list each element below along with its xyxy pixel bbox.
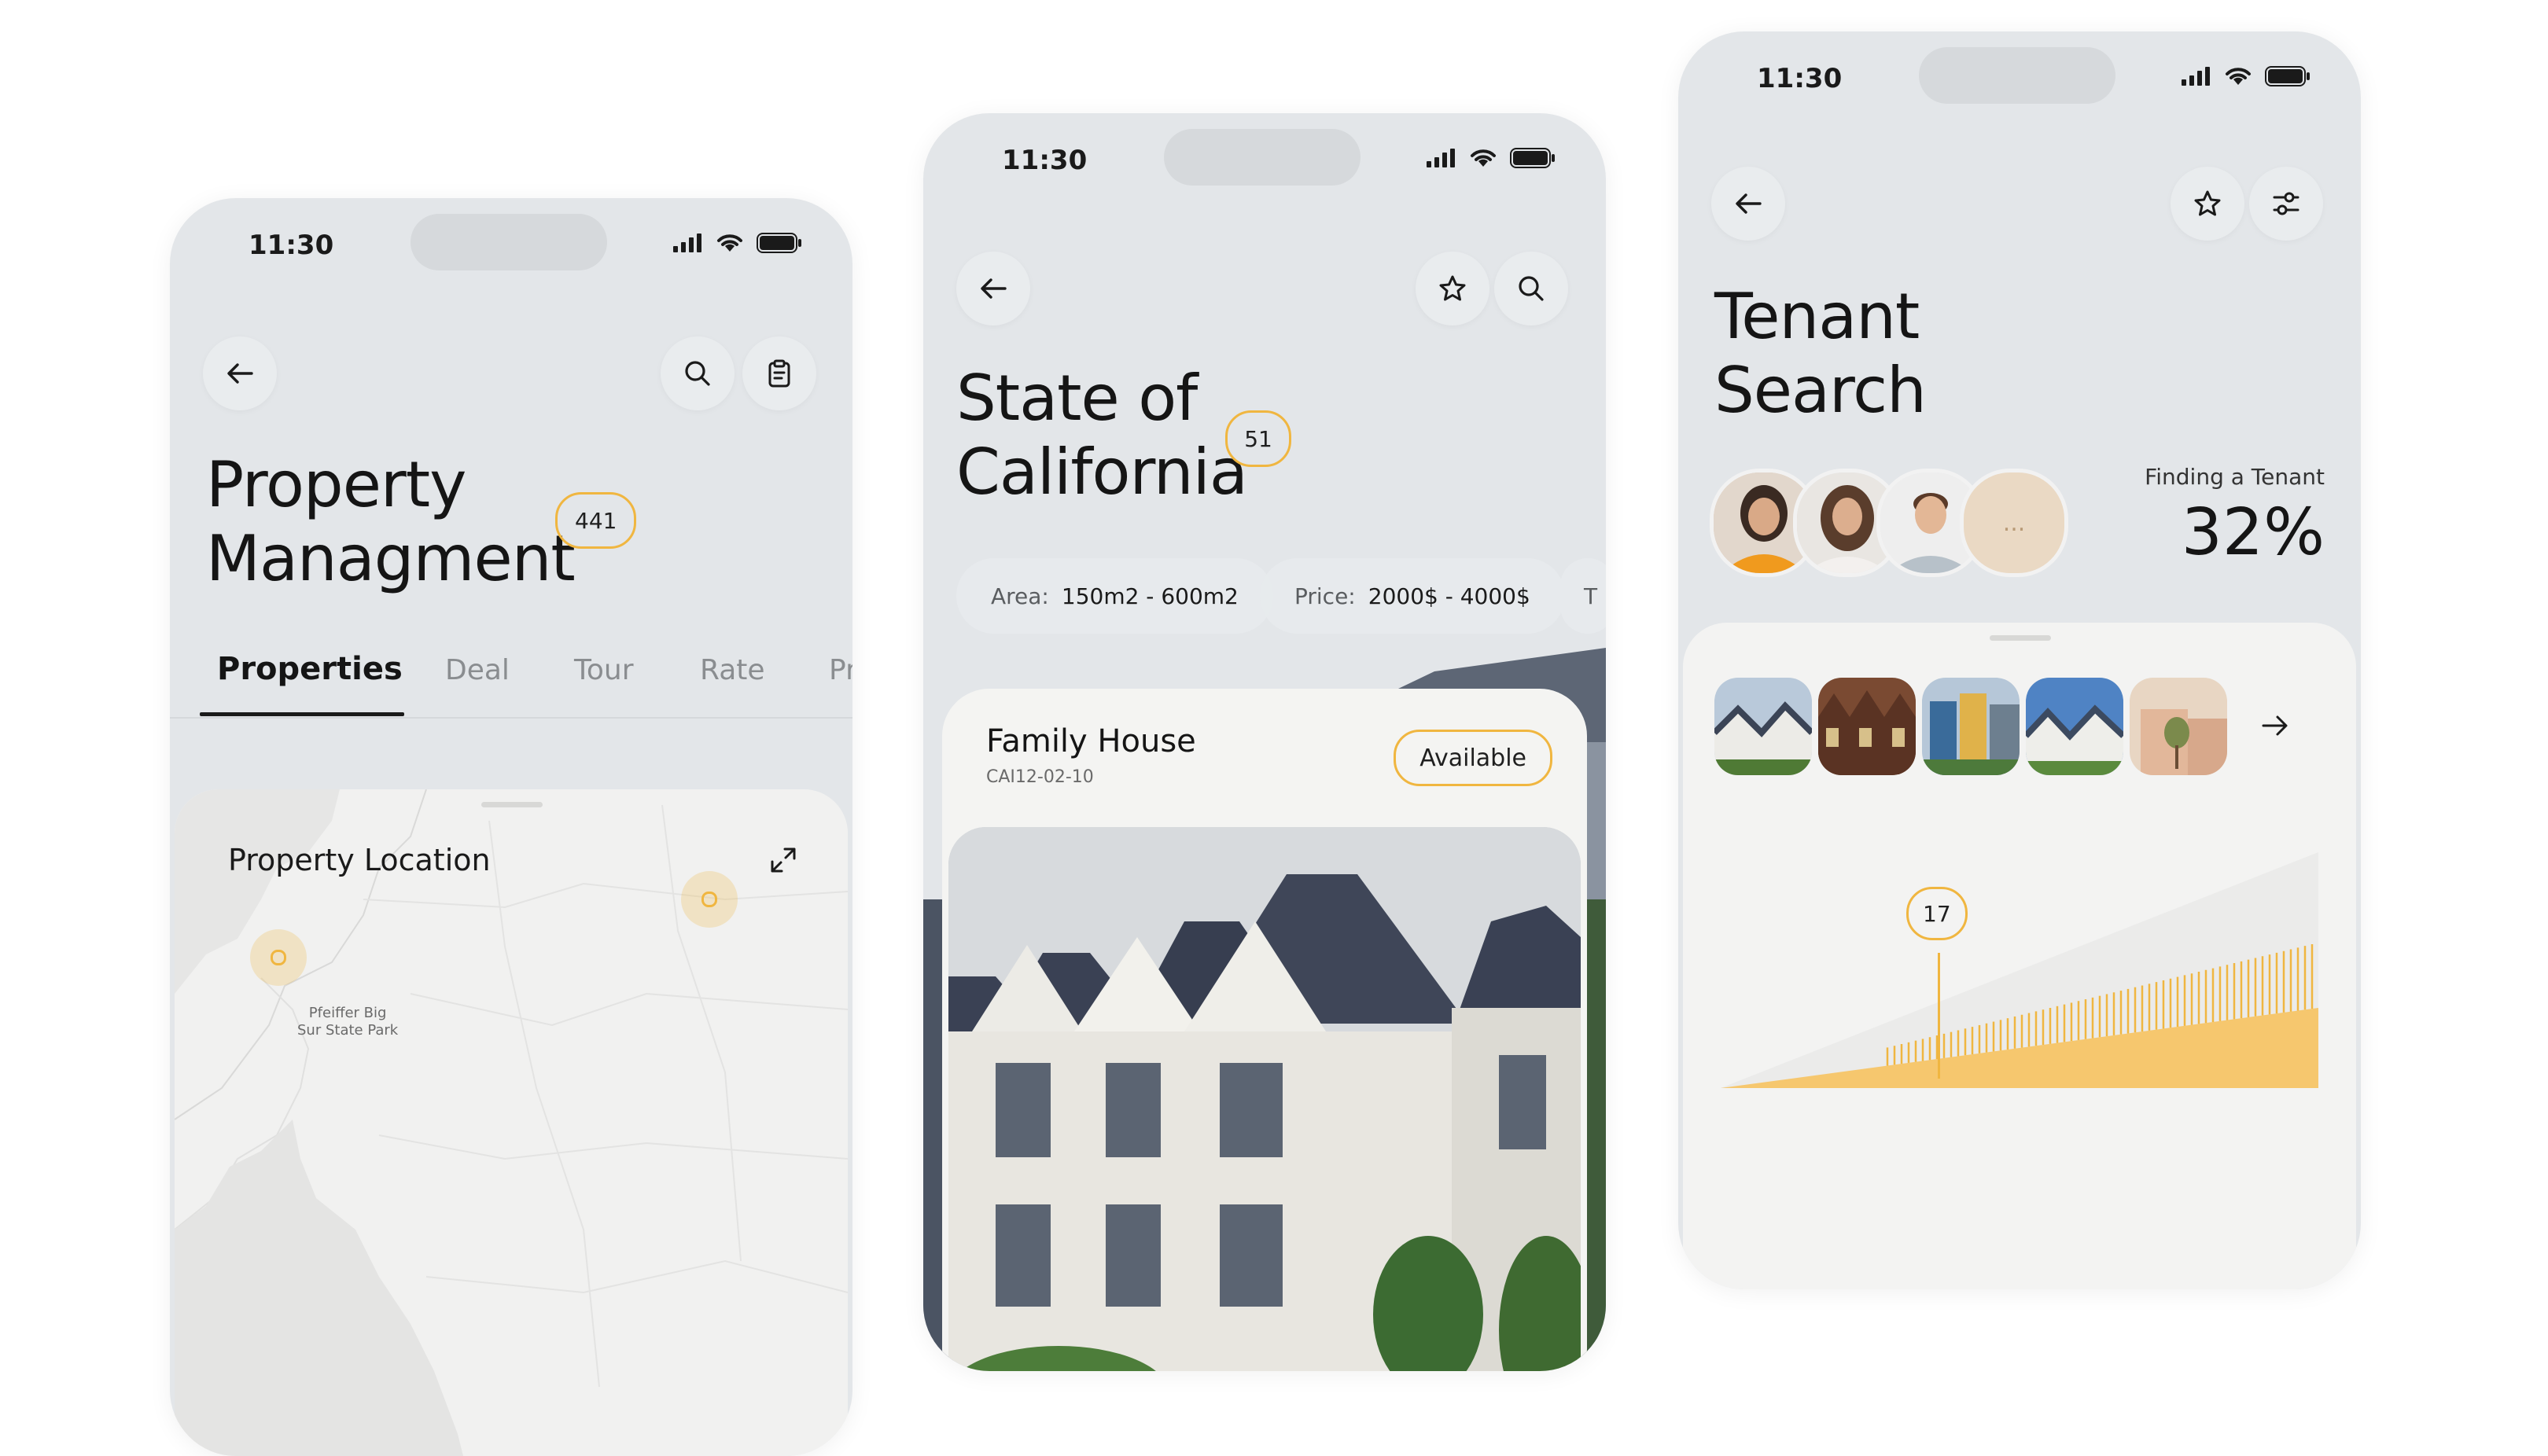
wifi-icon (717, 234, 742, 252)
phone-state-listing: 11:30 State of California 51 Area: 150m2… (923, 113, 1606, 1371)
tenant-sheet: 17 (1683, 623, 2356, 1289)
map-pin[interactable] (250, 929, 307, 986)
filter-settings-button[interactable] (2249, 167, 2323, 241)
dynamic-island (411, 214, 607, 270)
search-button[interactable] (1494, 252, 1568, 325)
dynamic-island (1919, 47, 2115, 104)
tab-more[interactable]: Pr (829, 654, 852, 686)
status-bar: 11:30 (923, 113, 1606, 208)
filter-price[interactable]: Price: 2000$ - 4000$ (1260, 558, 1565, 634)
map-title: Property Location (228, 843, 491, 877)
property-thumbnail[interactable] (2026, 678, 2123, 775)
battery-icon (2265, 66, 2310, 86)
tab-rate[interactable]: Rate (700, 654, 765, 686)
title-line-1: Tenant (1714, 280, 1920, 353)
page-title: Property Managment (206, 448, 576, 596)
expand-icon[interactable] (769, 846, 797, 874)
favorite-button[interactable] (1416, 252, 1489, 325)
battery-icon (757, 233, 801, 253)
finding-tenant-value: 32% (2181, 495, 2325, 570)
filter-area-label: Area: (991, 583, 1049, 609)
sheet-grabber[interactable] (481, 802, 543, 807)
search-icon (685, 361, 710, 386)
filter-area[interactable]: Area: 150m2 - 600m2 (956, 558, 1273, 634)
wifi-icon (2226, 68, 2251, 85)
star-icon (1439, 275, 1466, 301)
house-illustration (948, 827, 1581, 1371)
tab-deal[interactable]: Deal (445, 654, 510, 686)
map-pin[interactable] (681, 871, 738, 928)
clipboard-icon (768, 359, 790, 388)
property-code: CAI12-02-10 (986, 767, 1094, 787)
star-icon (2194, 190, 2221, 216)
sliders-icon (2273, 192, 2299, 215)
filter-type[interactable]: T (1560, 558, 1606, 634)
property-thumbnail[interactable] (1714, 678, 1812, 775)
status-time: 11:30 (1757, 63, 1843, 94)
phone-property-management: 11:30 Property Managment 441 Properties … (170, 198, 852, 1456)
battery-icon (1510, 148, 1555, 168)
property-thumbnail[interactable] (2130, 678, 2227, 775)
count-badge: 441 (555, 492, 637, 549)
arrow-right-icon[interactable] (2262, 714, 2288, 737)
status-time: 11:30 (249, 230, 334, 261)
back-button[interactable] (203, 336, 277, 410)
tenant-progress-chart (1721, 852, 2318, 1088)
back-button[interactable] (956, 252, 1030, 325)
search-icon (1519, 276, 1544, 301)
more-tenants-avatar[interactable]: ... (1960, 469, 2068, 577)
property-title: Family House (986, 723, 1196, 759)
signal-icon (2182, 67, 2210, 86)
tab-active-indicator (200, 712, 404, 716)
status-time: 11:30 (1002, 145, 1088, 176)
filter-price-label: Price: (1294, 583, 1356, 609)
count-badge: 51 (1225, 410, 1291, 467)
chart-marker-line (1938, 953, 1940, 1079)
availability-badge: Available (1394, 730, 1552, 786)
search-button[interactable] (661, 336, 735, 410)
dynamic-island (1164, 129, 1361, 186)
map-place-label: Pfeiffer Big Sur State Park (297, 1005, 399, 1039)
tab-tour[interactable]: Tour (574, 654, 634, 686)
title-line-1: Property (206, 448, 467, 521)
signal-icon (673, 233, 701, 252)
page-title: State of California (956, 362, 1248, 509)
property-photo[interactable] (948, 827, 1581, 1371)
clipboard-button[interactable] (742, 336, 816, 410)
title-line-2: Managment (206, 522, 576, 595)
filter-area-value: 150m2 - 600m2 (1061, 583, 1239, 609)
filter-type-label: T (1584, 583, 1598, 609)
back-button[interactable] (1711, 167, 1785, 241)
arrow-left-icon (1736, 193, 1762, 214)
property-thumbnail[interactable] (1922, 678, 2020, 775)
title-line-2: Search (1714, 354, 1927, 427)
arrow-left-icon (227, 363, 253, 384)
sheet-grabber[interactable] (1990, 635, 2051, 641)
favorite-button[interactable] (2171, 167, 2244, 241)
property-thumbnail[interactable] (1818, 678, 1916, 775)
title-line-1: State of (956, 362, 1198, 435)
status-bar: 11:30 (170, 198, 852, 292)
signal-icon (1427, 149, 1455, 167)
map-background[interactable] (175, 789, 848, 1456)
page-title: Tenant Search (1714, 280, 1927, 428)
arrow-left-icon (981, 278, 1007, 299)
title-line-2: California (956, 436, 1248, 509)
phone-tenant-search: 11:30 Tenant Search ... Finding a Tenant… (1678, 31, 2361, 1289)
map-card: Property Location Pfeiffer Big Sur State… (175, 789, 848, 1456)
tab-properties[interactable]: Properties (217, 651, 403, 687)
status-bar: 11:30 (1678, 31, 2361, 126)
tab-bar: Properties Deal Tour Rate Pr (170, 638, 852, 719)
filter-price-value: 2000$ - 4000$ (1368, 583, 1530, 609)
property-card[interactable]: Family House CAI12-02-10 Available (942, 689, 1587, 1371)
finding-tenant-label: Finding a Tenant (2145, 464, 2325, 490)
wifi-icon (1471, 149, 1496, 167)
chart-marker-badge: 17 (1906, 887, 1968, 940)
